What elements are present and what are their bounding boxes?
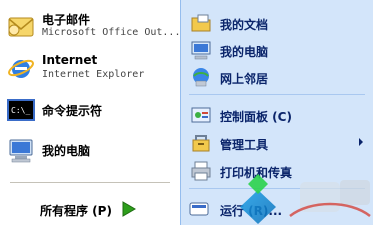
menu-item-label: 网上邻居 xyxy=(220,72,269,86)
control-panel-icon xyxy=(190,104,212,126)
pinned-item-subtitle: Microsoft Office Out... xyxy=(42,27,181,38)
menu-item-network-places[interactable]: 网上邻居 xyxy=(187,64,373,90)
all-programs-label: 所有程序 (P) xyxy=(40,204,112,218)
admin-tools-icon xyxy=(190,132,212,154)
internet-explorer-icon xyxy=(6,53,36,83)
green-arrow-icon xyxy=(118,199,138,219)
pinned-item-email[interactable]: 电子邮件 Microsoft Office Out... xyxy=(4,8,181,44)
all-programs-button[interactable]: 所有程序 (P) xyxy=(0,194,180,222)
pinned-item-title: 电子邮件 xyxy=(42,13,91,27)
recent-item-command-prompt[interactable]: C:\_ 命令提示符 xyxy=(4,92,178,128)
my-computer-icon xyxy=(6,135,36,165)
recent-item-label: 我的电脑 xyxy=(42,144,91,158)
menu-item-label: 我的文档 xyxy=(220,18,269,32)
menu-item-label: 控制面板 (C) xyxy=(220,110,292,124)
pinned-item-title: Internet xyxy=(42,53,98,67)
recent-item-my-computer[interactable]: 我的电脑 xyxy=(4,132,178,168)
svg-text:C:\_: C:\_ xyxy=(11,106,30,115)
separator xyxy=(10,182,170,183)
menu-item-label: 管理工具 xyxy=(220,138,269,152)
menu-item-control-panel[interactable]: 控制面板 (C) xyxy=(187,102,373,128)
my-documents-icon xyxy=(190,12,212,34)
menu-item-my-documents[interactable]: 我的文档 xyxy=(187,10,373,36)
menu-item-my-computer[interactable]: 我的电脑 xyxy=(187,37,373,63)
printer-icon xyxy=(190,160,212,182)
menu-item-label: 我的电脑 xyxy=(220,45,269,59)
pinned-item-subtitle: Internet Explorer xyxy=(42,69,145,80)
separator xyxy=(189,94,365,95)
watermark-logo xyxy=(230,172,373,225)
run-icon xyxy=(189,201,209,217)
menu-item-admin-tools[interactable]: 管理工具 xyxy=(187,130,373,156)
start-menu-left-panel: 电子邮件 Microsoft Office Out... Internet In… xyxy=(0,0,180,225)
pinned-item-internet[interactable]: Internet Internet Explorer xyxy=(4,50,178,86)
my-computer-icon xyxy=(190,39,212,61)
chevron-right-icon xyxy=(359,138,363,146)
email-icon xyxy=(6,11,36,41)
recent-item-label: 命令提示符 xyxy=(42,104,103,118)
command-prompt-icon: C:\_ xyxy=(6,95,36,125)
network-places-icon xyxy=(190,66,212,88)
